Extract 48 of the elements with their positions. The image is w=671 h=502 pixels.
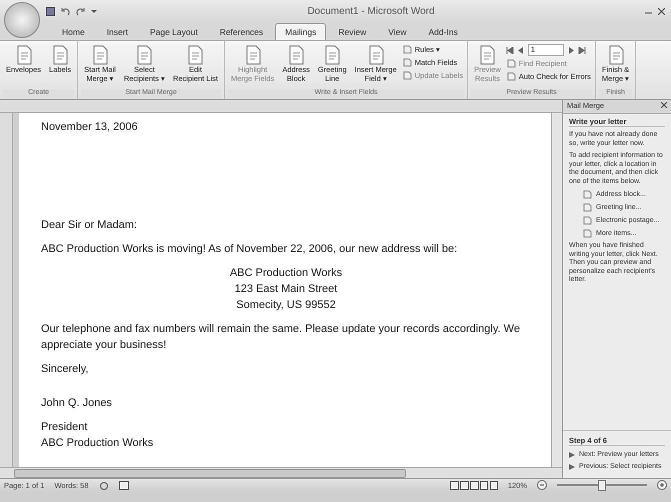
- ribbon-tab[interactable]: References: [210, 23, 274, 40]
- last-record-icon[interactable]: [578, 46, 586, 54]
- close-icon[interactable]: [658, 8, 665, 14]
- next-record-icon[interactable]: [568, 46, 574, 54]
- office-button[interactable]: [4, 2, 40, 38]
- ribbon-tab[interactable]: Add-Ins: [418, 23, 468, 40]
- page-icon: [90, 45, 109, 65]
- page-icon: [287, 45, 306, 65]
- signer-title: President: [41, 420, 88, 435]
- zoom-out-icon[interactable]: [537, 480, 547, 490]
- company-name: ABC Production Works: [41, 436, 154, 451]
- horizontal-scrollbar[interactable]: [14, 468, 406, 478]
- customize-icon[interactable]: [91, 8, 97, 14]
- redo-icon[interactable]: [76, 6, 85, 16]
- letter-date: November 13, 2006: [41, 120, 139, 135]
- page-icon: [478, 45, 496, 65]
- page-icon: [244, 45, 262, 65]
- save-icon[interactable]: [46, 6, 55, 16]
- window-title: Document1 - Microsoft Word: [306, 6, 436, 16]
- address-line: Somecity, US 99552: [235, 298, 337, 313]
- zoom-in-icon[interactable]: [657, 480, 667, 490]
- letter-paragraph: Our telephone and fax numbers will remain the same. Please update your records accordingly. We appreciate your business!: [41, 322, 521, 353]
- ribbon-tab[interactable]: Mailings: [275, 23, 326, 40]
- page-icon: [51, 45, 70, 65]
- letter-paragraph: ABC Production Works is moving! As of November 22, 2006, our new address will be:: [41, 242, 458, 257]
- vertical-scrollbar[interactable]: [551, 113, 562, 467]
- address-line: 123 East Main Street: [234, 282, 338, 297]
- ribbon-tab[interactable]: Home: [52, 23, 95, 40]
- page-icon: [135, 45, 154, 65]
- salutation: Dear Sir or Madam:: [41, 218, 138, 233]
- close-icon[interactable]: [661, 102, 667, 108]
- ribbon-tab[interactable]: View: [378, 23, 416, 40]
- ribbon-tab[interactable]: Review: [328, 23, 376, 40]
- page-icon: [366, 45, 385, 65]
- previous-record-icon[interactable]: [518, 46, 524, 54]
- signer-name: John Q. Jones: [41, 396, 113, 411]
- closing: Sincerely,: [41, 362, 90, 377]
- zoom-slider[interactable]: [598, 480, 606, 491]
- page-icon: [14, 45, 33, 65]
- address-line: ABC Production Works: [228, 266, 344, 281]
- page-icon: [606, 45, 625, 65]
- page-icon: [186, 45, 204, 65]
- ribbon-tab[interactable]: Insert: [96, 23, 138, 40]
- view-buttons-icon[interactable]: [450, 480, 498, 490]
- undo-icon[interactable]: [61, 6, 70, 16]
- ribbon-tab[interactable]: Page Layout: [140, 23, 208, 40]
- page-icon: [323, 45, 342, 65]
- first-record-icon[interactable]: [506, 46, 514, 54]
